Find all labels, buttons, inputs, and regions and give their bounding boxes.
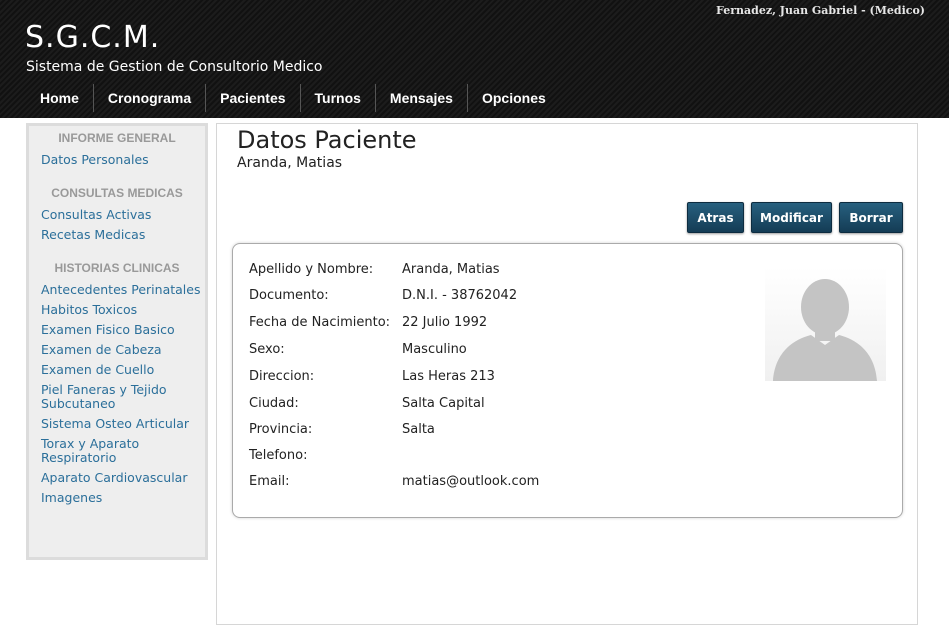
field-value: Salta Capital [402,396,485,411]
sidebar-heading-informe-general: INFORME GENERAL [58,131,176,145]
patient-details-card: Apellido y Nombre: Aranda, Matias Docume… [232,243,903,518]
field-value: 22 Julio 1992 [402,315,488,330]
field-label: Direccion: [249,369,315,384]
nav-opciones[interactable]: Opciones [466,84,560,112]
sidebar-link-sistema-osteo-articular[interactable]: Sistema Osteo Articular [29,417,205,431]
sidebar-link-examen-de-cabeza[interactable]: Examen de Cabeza [29,343,205,357]
delete-button[interactable]: Borrar [839,202,903,233]
field-value: Salta [402,422,435,437]
nav-cronograma[interactable]: Cronograma [92,84,205,112]
field-label: Ciudad: [249,396,299,411]
main-nav: Home Cronograma Pacientes Turnos Mensaje… [26,84,560,112]
field-value: matias@outlook.com [402,474,540,489]
sidebar-link-habitos-toxicos[interactable]: Habitos Toxicos [29,303,205,317]
field-label: Documento: [249,288,329,303]
main-panel: Datos Paciente Aranda, Matias Atras Modi… [216,123,918,625]
patient-name-subtitle: Aranda, Matias [237,155,343,171]
field-label: Email: [249,474,290,489]
sidebar-link-antecedentes-perinatales[interactable]: Antecedentes Perinatales [29,283,205,297]
field-value: Aranda, Matias [402,262,500,277]
sidebar: INFORME GENERAL Datos Personales CONSULT… [26,123,208,560]
nav-turnos[interactable]: Turnos [299,84,375,112]
sidebar-link-examen-fisico-basico[interactable]: Examen Fisico Basico [29,323,205,337]
page-title: Datos Paciente [237,126,417,154]
avatar-placeholder-icon [773,279,877,381]
field-label: Apellido y Nombre: [249,262,374,277]
sidebar-link-consultas-activas[interactable]: Consultas Activas [29,208,205,222]
field-value: Masculino [402,342,467,357]
field-label: Provincia: [249,422,313,437]
sidebar-link-imagenes[interactable]: Imagenes [29,491,205,505]
patient-photo [765,267,886,381]
field-label: Sexo: [249,342,285,357]
back-button[interactable]: Atras [687,202,744,233]
sidebar-link-aparato-cardiovascular[interactable]: Aparato Cardiovascular [29,471,205,485]
field-value: D.N.I. - 38762042 [402,288,518,303]
sidebar-link-examen-de-cuello[interactable]: Examen de Cuello [29,363,205,377]
edit-button[interactable]: Modificar [751,202,832,233]
app-header: Fernadez, Juan Gabriel - (Medico) S.G.C.… [0,0,949,118]
app-tagline: Sistema de Gestion de Consultorio Medico [26,59,323,75]
sidebar-link-recetas-medicas[interactable]: Recetas Medicas [29,228,205,242]
field-label: Telefono: [249,448,308,463]
nav-home[interactable]: Home [26,84,93,112]
sidebar-heading-consultas-medicas: CONSULTAS MEDICAS [51,186,183,200]
field-value: Las Heras 213 [402,369,495,384]
logged-user: Fernadez, Juan Gabriel - (Medico) [716,4,925,17]
nav-pacientes[interactable]: Pacientes [205,84,299,112]
app-logo: S.G.C.M. [25,20,161,55]
sidebar-link-torax-aparato-respiratorio[interactable]: Torax y Aparato Respiratorio [29,437,205,465]
sidebar-link-piel-faneras[interactable]: Piel Faneras y Tejido Subcutaneo [29,383,205,411]
field-label: Fecha de Nacimiento: [249,315,391,330]
sidebar-heading-historias-clinicas: HISTORIAS CLINICAS [54,261,180,275]
sidebar-link-datos-personales[interactable]: Datos Personales [29,153,205,167]
nav-mensajes[interactable]: Mensajes [374,84,467,112]
